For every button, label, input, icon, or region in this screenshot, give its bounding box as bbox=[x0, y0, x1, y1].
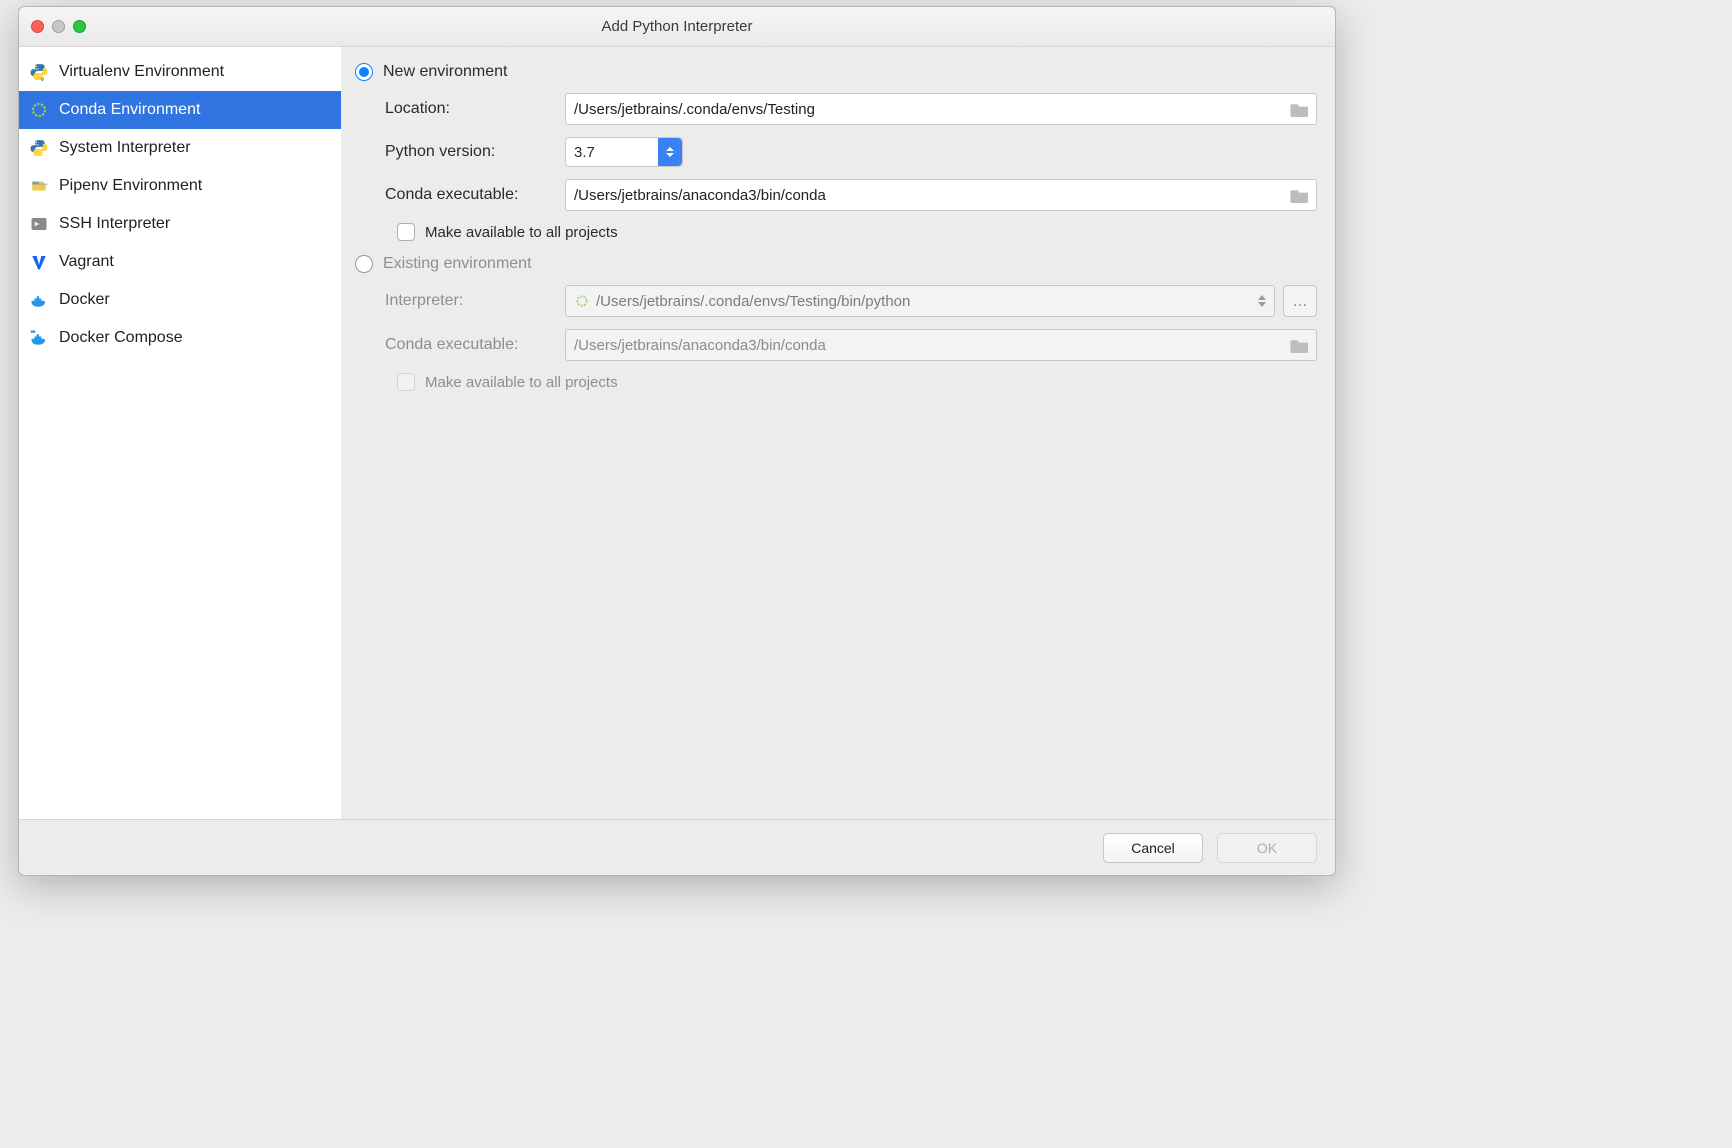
sidebar-item-system[interactable]: System Interpreter bbox=[19, 129, 341, 167]
browse-folder-icon bbox=[1290, 337, 1310, 353]
browse-folder-icon[interactable] bbox=[1290, 187, 1310, 203]
python-version-select[interactable]: 3.7 bbox=[565, 137, 683, 167]
make-available-checkbox-row[interactable]: Make available to all projects bbox=[385, 223, 1317, 241]
content-panel: New environment Location: /Users/jetbrai… bbox=[341, 47, 1335, 819]
radio-icon[interactable] bbox=[355, 255, 373, 273]
dialog-footer: Cancel OK bbox=[19, 819, 1335, 875]
interpreter-type-sidebar: v Virtualenv Environment Conda Environme… bbox=[19, 47, 341, 819]
sidebar-item-virtualenv[interactable]: v Virtualenv Environment bbox=[19, 53, 341, 91]
python-icon: v bbox=[29, 62, 49, 82]
sidebar-item-label: Vagrant bbox=[59, 253, 114, 271]
sidebar-item-ssh[interactable]: SSH Interpreter bbox=[19, 205, 341, 243]
location-label: Location: bbox=[385, 100, 565, 118]
chevron-updown-icon bbox=[1254, 290, 1270, 312]
checkbox-icon[interactable] bbox=[397, 223, 415, 241]
sidebar-item-label: Docker Compose bbox=[59, 329, 183, 347]
browse-folder-icon[interactable] bbox=[1290, 101, 1310, 117]
sidebar-item-label: Docker bbox=[59, 291, 110, 309]
titlebar: Add Python Interpreter bbox=[19, 7, 1335, 47]
conda-icon bbox=[574, 293, 590, 309]
add-interpreter-dialog: Add Python Interpreter v Virtualenv Envi… bbox=[18, 6, 1336, 876]
conda-exec-value-existing: /Users/jetbrains/anaconda3/bin/conda bbox=[574, 337, 826, 354]
new-environment-radio-row[interactable]: New environment bbox=[355, 63, 1317, 81]
existing-environment-radio-row[interactable]: Existing environment bbox=[355, 255, 1317, 273]
interpreter-value: /Users/jetbrains/.conda/envs/Testing/bin… bbox=[596, 293, 910, 310]
sidebar-item-docker-compose[interactable]: Docker Compose bbox=[19, 319, 341, 357]
interpreter-label: Interpreter: bbox=[385, 292, 565, 310]
docker-compose-icon bbox=[29, 328, 49, 348]
python-icon bbox=[29, 138, 49, 158]
location-input[interactable]: /Users/jetbrains/.conda/envs/Testing bbox=[565, 93, 1317, 125]
new-environment-label: New environment bbox=[383, 63, 508, 81]
conda-icon bbox=[29, 100, 49, 120]
ssh-icon bbox=[29, 214, 49, 234]
sidebar-item-docker[interactable]: Docker bbox=[19, 281, 341, 319]
dialog-title: Add Python Interpreter bbox=[19, 18, 1335, 35]
location-value: /Users/jetbrains/.conda/envs/Testing bbox=[574, 101, 815, 118]
python-version-value: 3.7 bbox=[574, 144, 595, 161]
conda-exec-label: Conda executable: bbox=[385, 186, 565, 204]
python-version-label: Python version: bbox=[385, 143, 565, 161]
sidebar-item-label: Conda Environment bbox=[59, 101, 200, 119]
sidebar-item-label: Pipenv Environment bbox=[59, 177, 202, 195]
window-minimize-icon bbox=[52, 20, 65, 33]
pipenv-icon bbox=[29, 176, 49, 196]
cancel-button[interactable]: Cancel bbox=[1103, 833, 1203, 863]
sidebar-item-vagrant[interactable]: Vagrant bbox=[19, 243, 341, 281]
conda-exec-value: /Users/jetbrains/anaconda3/bin/conda bbox=[574, 187, 826, 204]
make-available-label: Make available to all projects bbox=[425, 224, 618, 241]
conda-exec-input[interactable]: /Users/jetbrains/anaconda3/bin/conda bbox=[565, 179, 1317, 211]
conda-exec-label-existing: Conda executable: bbox=[385, 336, 565, 354]
conda-exec-input-existing: /Users/jetbrains/anaconda3/bin/conda bbox=[565, 329, 1317, 361]
make-available-checkbox-row-existing: Make available to all projects bbox=[385, 373, 1317, 391]
existing-environment-label: Existing environment bbox=[383, 255, 532, 273]
make-available-label-existing: Make available to all projects bbox=[425, 374, 618, 391]
sidebar-item-label: SSH Interpreter bbox=[59, 215, 170, 233]
sidebar-item-conda[interactable]: Conda Environment bbox=[19, 91, 341, 129]
ok-button: OK bbox=[1217, 833, 1317, 863]
interpreter-combo: /Users/jetbrains/.conda/envs/Testing/bin… bbox=[565, 285, 1275, 317]
radio-icon[interactable] bbox=[355, 63, 373, 81]
sidebar-item-label: System Interpreter bbox=[59, 139, 191, 157]
checkbox-icon bbox=[397, 373, 415, 391]
sidebar-item-pipenv[interactable]: Pipenv Environment bbox=[19, 167, 341, 205]
window-close-icon[interactable] bbox=[31, 20, 44, 33]
svg-text:v: v bbox=[41, 76, 45, 81]
sidebar-item-label: Virtualenv Environment bbox=[59, 63, 224, 81]
chevron-updown-icon bbox=[658, 138, 682, 166]
browse-interpreter-button: … bbox=[1283, 285, 1317, 317]
window-zoom-icon[interactable] bbox=[73, 20, 86, 33]
vagrant-icon bbox=[29, 252, 49, 272]
docker-icon bbox=[29, 290, 49, 310]
